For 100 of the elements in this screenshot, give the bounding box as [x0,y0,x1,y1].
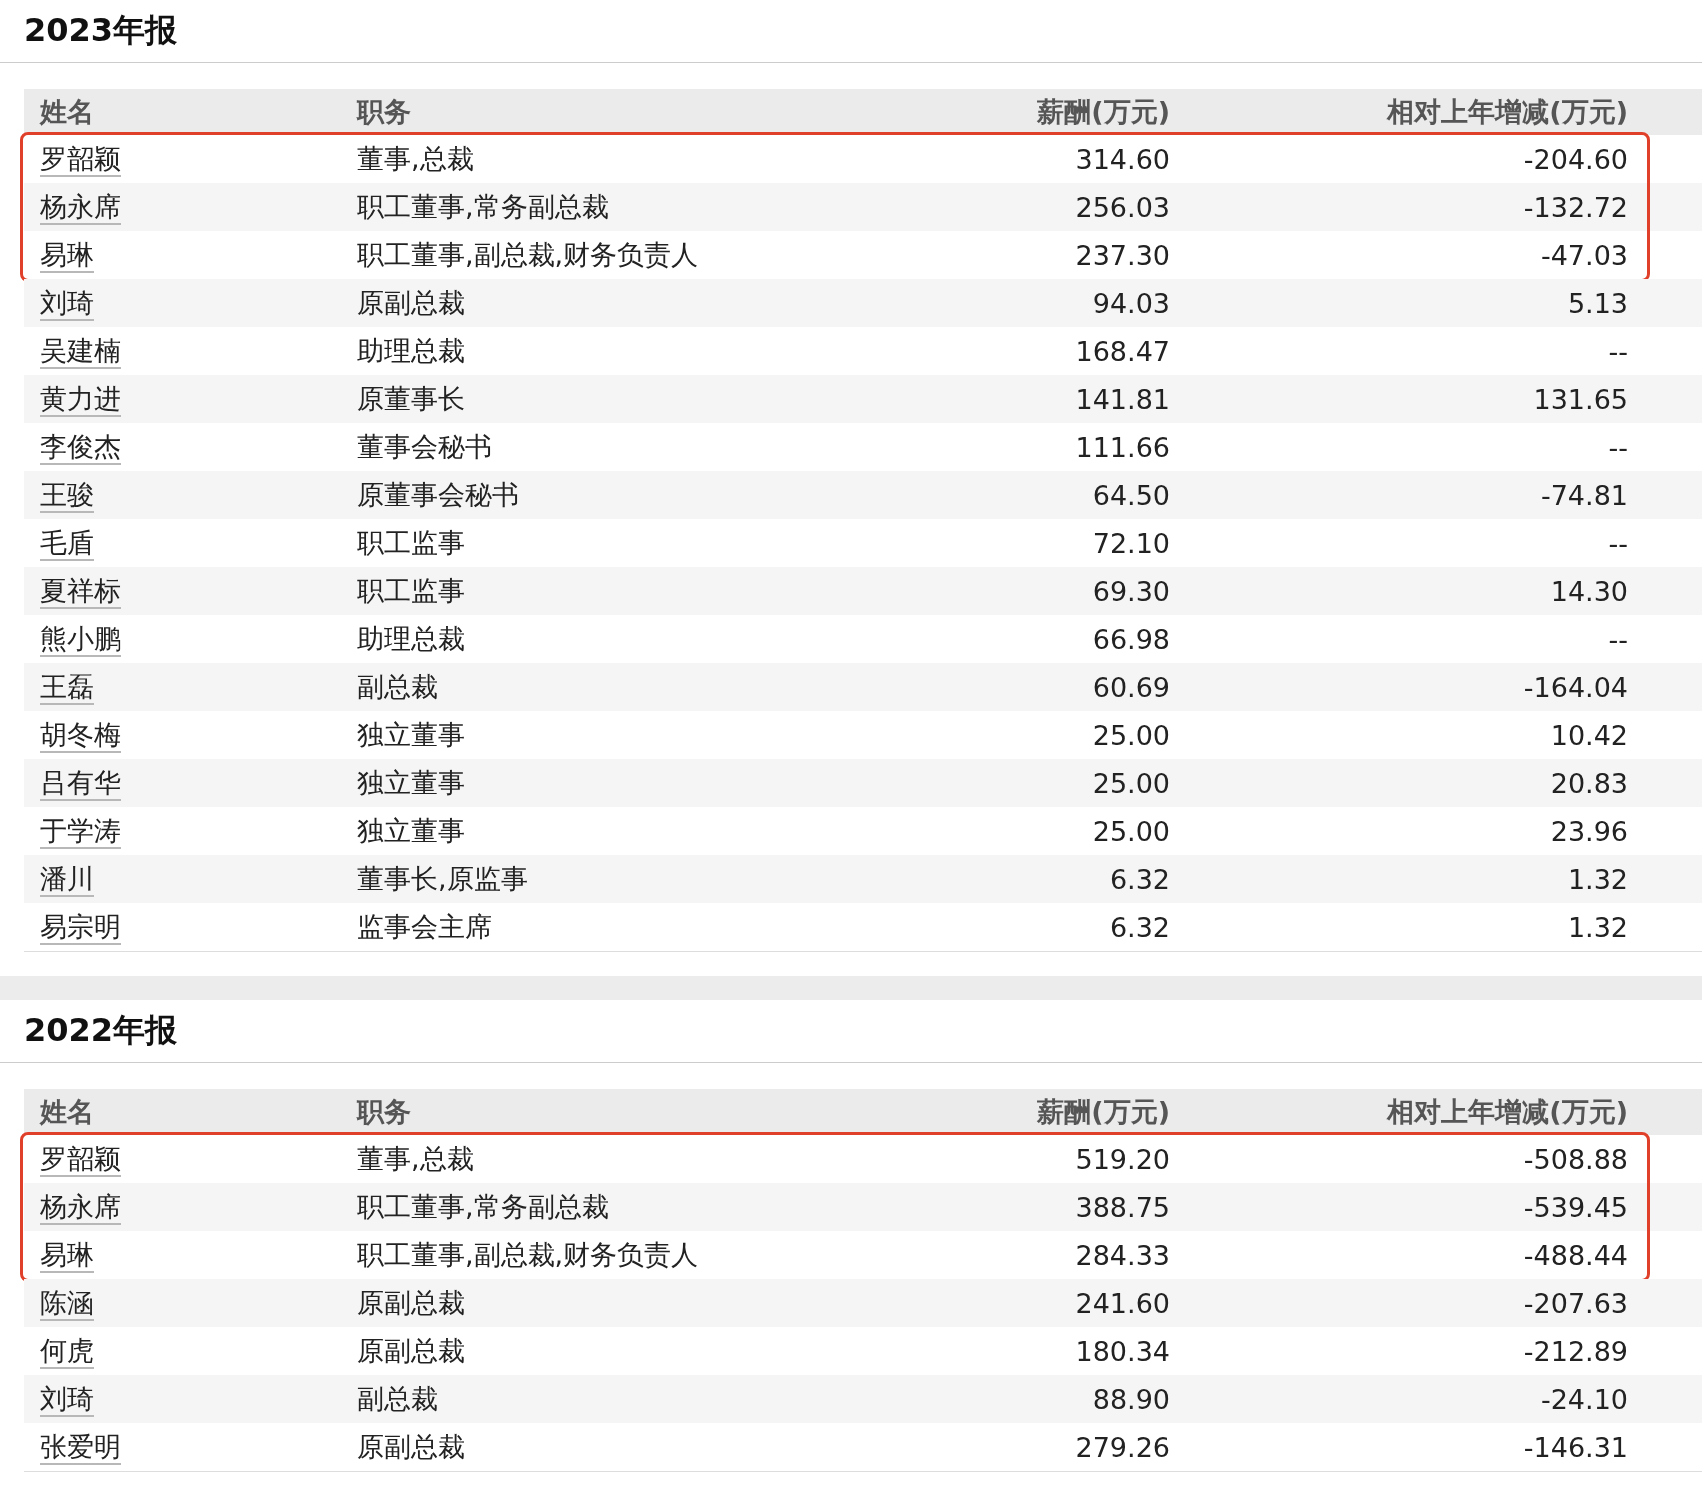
table-cell-text: -207.63 [1522,1287,1628,1319]
table-cell-text: 助理总裁 [357,622,466,656]
person-name-link[interactable]: 熊小鹏 [40,623,121,657]
person-name-link[interactable]: 潘川 [40,863,94,897]
table-cell-text: 6.32 [1108,863,1170,895]
table-cell-text: 副总裁 [357,670,439,704]
table-cell-text: -24.10 [1539,1383,1628,1415]
column-header: 姓名 [38,95,95,129]
section-title: 2022年报 [24,1010,178,1051]
column-header: 职务 [357,95,412,129]
table-cell-text: 助理总裁 [357,334,466,368]
person-name-link[interactable]: 何虎 [40,1335,94,1369]
table-cell-text: 180.34 [1074,1335,1170,1367]
person-name-link[interactable]: 易宗明 [40,911,121,945]
table-cell-text: 6.32 [1108,911,1170,943]
person-name-link[interactable]: 刘琦 [40,287,94,321]
table-cell-text: -146.31 [1522,1431,1628,1463]
table-cell-text: 60.69 [1091,671,1170,703]
table-cell-text: 88.90 [1091,1383,1170,1415]
table-cell-text: 111.66 [1074,431,1170,463]
table-cell-text: 原董事长 [357,382,466,416]
table-cell-text: 职工监事 [357,574,466,608]
person-name-link[interactable]: 易琳 [40,239,94,273]
table-cell-text: 279.26 [1074,1431,1170,1463]
person-name-link[interactable]: 陈涵 [40,1287,94,1321]
column-header: 薪酬(万元) [1036,95,1170,129]
section-title: 2023年报 [24,10,178,51]
person-name-link[interactable]: 黄力进 [40,383,121,417]
table-cell-text: 72.10 [1091,527,1170,559]
column-header: 薪酬(万元) [1036,1095,1170,1129]
table-cell-text: 原副总裁 [357,1334,466,1368]
person-name-link[interactable]: 胡冬梅 [40,719,121,753]
table-cell-text: 董事,总裁 [357,1142,475,1176]
person-name-link[interactable]: 杨永席 [40,191,121,225]
person-name-link[interactable]: 李俊杰 [40,431,121,465]
person-name-link[interactable]: 杨永席 [40,1191,121,1225]
table-cell-text: 5.13 [1566,287,1628,319]
table-cell-text: 原董事会秘书 [357,478,520,512]
table-cell-text: -- [1607,623,1628,655]
table-cell-text: 原副总裁 [357,1286,466,1320]
person-name-link[interactable]: 于学涛 [40,815,121,849]
table-cell-text: 独立董事 [357,718,466,752]
table-cell-text: 314.60 [1074,143,1170,175]
table-cell-text: 519.20 [1074,1143,1170,1175]
table-cell-text: 69.30 [1091,575,1170,607]
table-cell-text: 职工董事,副总裁,财务负责人 [357,1238,700,1272]
column-header: 相对上年增减(万元) [1385,1095,1628,1129]
table-cell-text: 25.00 [1091,767,1170,799]
table-cell-text: -204.60 [1522,143,1628,175]
person-name-link[interactable]: 罗韶颖 [40,143,121,177]
person-name-link[interactable]: 王骏 [40,479,94,513]
person-name-link[interactable]: 易琳 [40,1239,94,1273]
table-cell-text: 25.00 [1091,815,1170,847]
person-name-link[interactable]: 毛盾 [40,527,94,561]
table-cell-text: 94.03 [1091,287,1170,319]
table-cell-text: 66.98 [1091,623,1170,655]
table-cell-text: 董事会秘书 [357,430,493,464]
table-cell-text: -488.44 [1522,1239,1628,1271]
table-cell-text: -- [1607,431,1628,463]
table-cell-text: -47.03 [1539,239,1628,271]
table-cell-text: -164.04 [1522,671,1628,703]
table-cell-text: 职工监事 [357,526,466,560]
column-header: 姓名 [38,1095,95,1129]
table-cell-text: 141.81 [1074,383,1170,415]
table-cell-text: 1.32 [1566,911,1628,943]
table-cell-text: -- [1607,527,1628,559]
column-header: 职务 [357,1095,412,1129]
table-cell-text: 64.50 [1091,479,1170,511]
person-name-link[interactable]: 刘琦 [40,1383,94,1417]
table-cell-text: 237.30 [1074,239,1170,271]
table-cell-text: 职工董事,常务副总裁 [357,190,610,224]
table-cell-text: -508.88 [1522,1143,1628,1175]
person-name-link[interactable]: 罗韶颖 [40,1143,121,1177]
person-name-link[interactable]: 夏祥标 [40,575,121,609]
table-cell-text: 23.96 [1549,815,1628,847]
table-cell-text: 董事,总裁 [357,142,475,176]
table-cell-text: 副总裁 [357,1382,439,1416]
table-cell-text: -74.81 [1539,479,1628,511]
person-name-link[interactable]: 吴建楠 [40,335,121,369]
table-cell-text: 原副总裁 [357,286,466,320]
table-cell-text: -539.45 [1522,1191,1628,1223]
table-cell-text: -132.72 [1522,191,1628,223]
table-cell-text: 25.00 [1091,719,1170,751]
person-name-link[interactable]: 王磊 [40,671,94,705]
person-name-link[interactable]: 吕有华 [40,767,121,801]
table-cell-text: 职工董事,副总裁,财务负责人 [357,238,700,272]
person-name-link[interactable]: 张爱明 [40,1431,121,1465]
table-cell-text: 388.75 [1074,1191,1170,1223]
table-cell-text: 独立董事 [357,814,466,848]
table-cell-text: 20.83 [1549,767,1628,799]
table-cell-text: 131.65 [1532,383,1628,415]
table-cell-text: -- [1607,335,1628,367]
table-cell-text: 职工董事,常务副总裁 [357,1190,610,1224]
table-cell-text: 董事长,原监事 [357,862,529,896]
column-header: 相对上年增减(万元) [1385,95,1628,129]
table-cell-text: 10.42 [1549,719,1628,751]
table-cell-text: 监事会主席 [357,910,493,944]
table-cell-text: 256.03 [1074,191,1170,223]
table-cell-text: 14.30 [1549,575,1628,607]
table-cell-text: 原副总裁 [357,1430,466,1464]
